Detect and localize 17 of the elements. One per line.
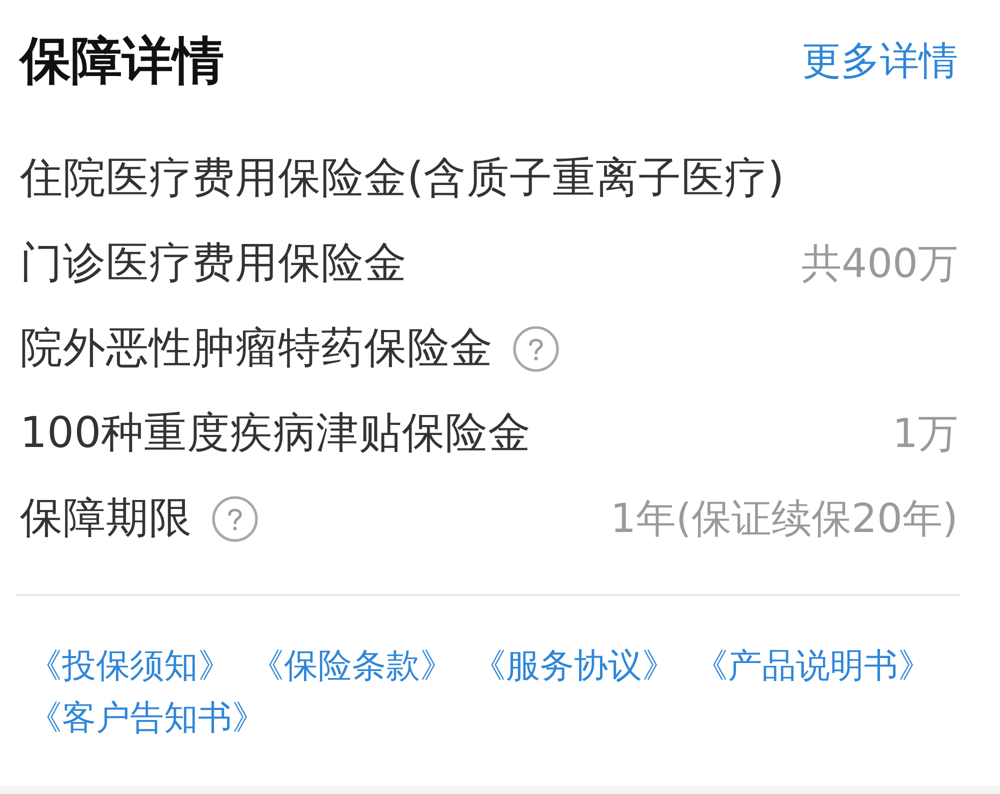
help-icon[interactable] [513,326,559,372]
document-link[interactable]: 《保险条款》 [250,640,454,692]
help-icon[interactable] [212,496,258,542]
more-details-link[interactable]: 更多详情 [802,37,958,87]
document-link[interactable]: 《客户告知书》 [28,692,266,744]
document-link[interactable]: 《投保须知》 [28,640,232,692]
coverage-label: 保障期限 [20,492,192,544]
document-link[interactable]: 《产品说明书》 [694,640,932,692]
coverage-label: 住院医疗费用保险金(含质子重离子医疗) [20,152,784,204]
coverage-amount: 1年(保证续保20年) [610,494,958,544]
coverage-label: 院外恶性肿瘤特药保险金 [20,322,493,374]
coverage-amount: 1万 [892,410,958,458]
coverage-label: 门诊医疗费用保险金 [20,238,407,290]
document-link[interactable]: 《服务协议》 [472,640,676,692]
coverage-label: 100种重度疾病津贴保险金 [20,408,532,460]
coverage-amount: 共400万 [802,240,958,288]
section-title: 保障详情 [20,32,224,92]
